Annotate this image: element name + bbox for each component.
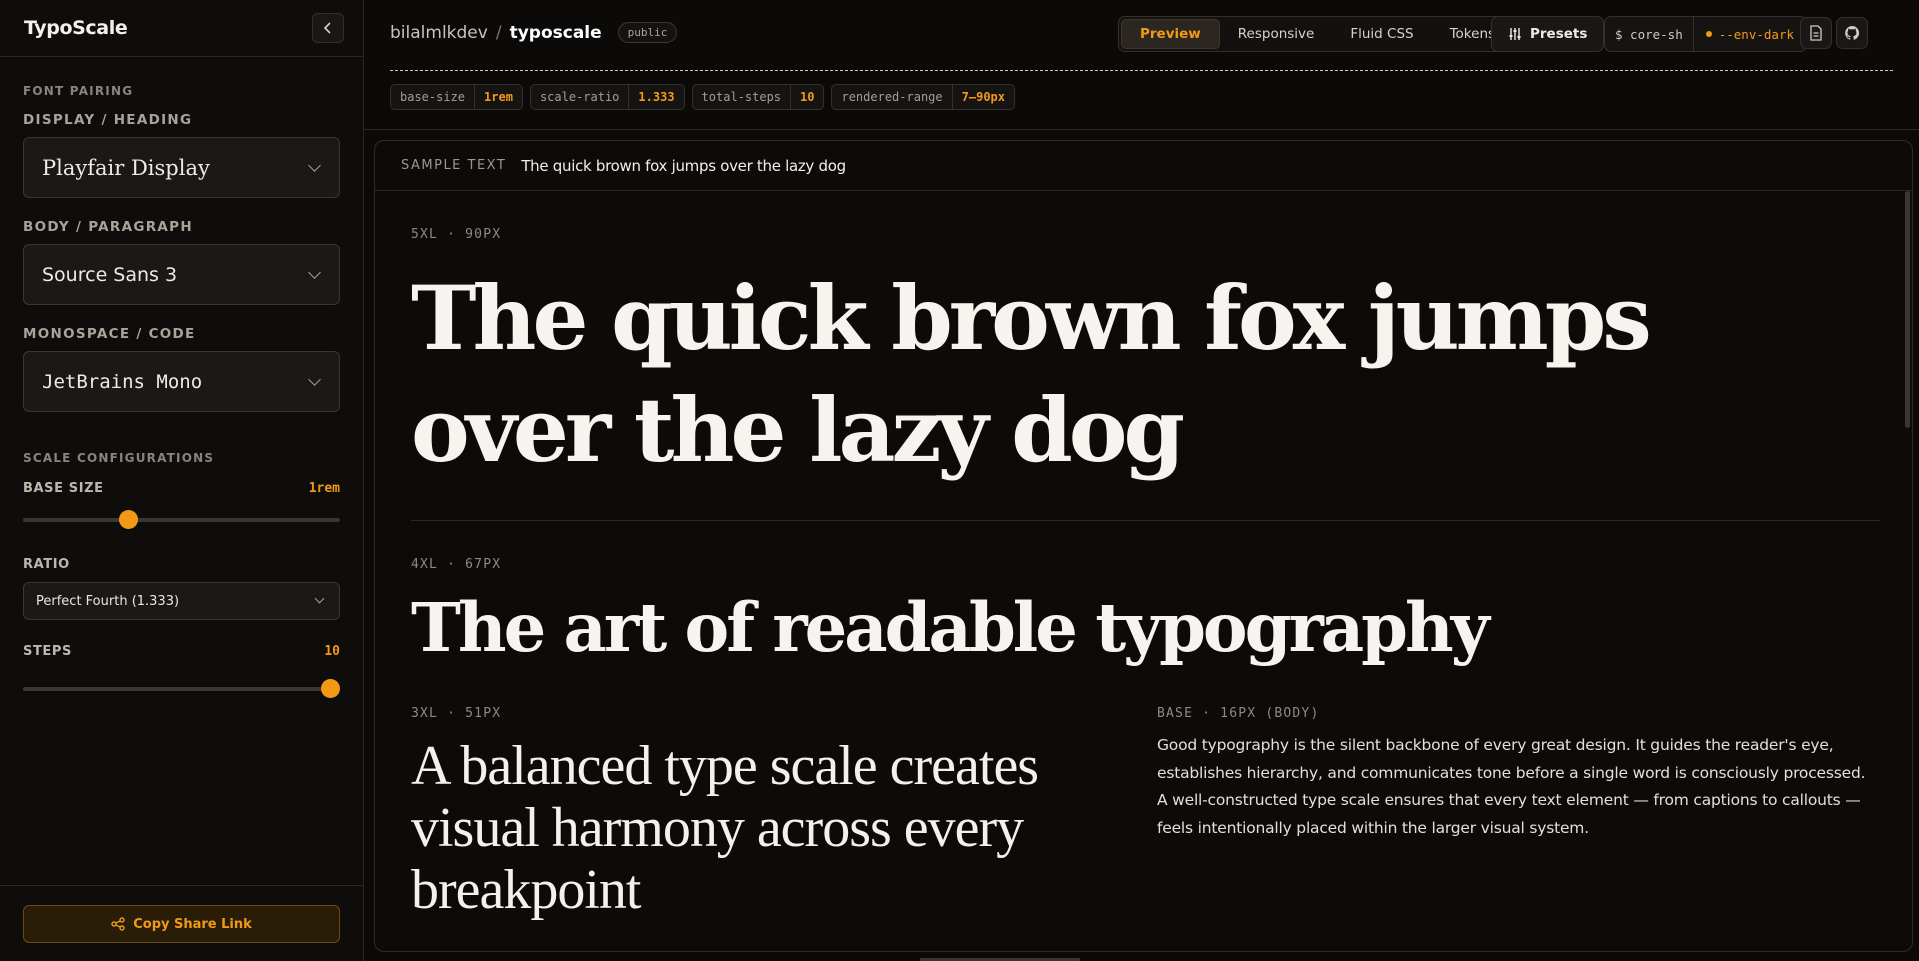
sidebar: TypoScale FONT PAIRING DISPLAY / HEADING… (0, 0, 364, 961)
slider-track (23, 687, 340, 691)
step-divider (411, 520, 1880, 521)
preview-panel: SAMPLE TEXT The quick brown fox jumps ov… (374, 140, 1913, 952)
steps-label: STEPS (23, 644, 73, 659)
base-size-value: 1rem (308, 481, 340, 496)
breadcrumb-repo[interactable]: typoscale (510, 23, 602, 43)
step-sample: The art of readable typography (411, 588, 1490, 667)
share-label: Copy Share Link (133, 916, 252, 932)
breadcrumb-separator: / (495, 22, 502, 43)
step-sample: The quick brown fox jumps over the lazy … (411, 266, 1652, 482)
slider-thumb[interactable] (118, 510, 138, 529)
presets-button[interactable]: Presets (1491, 16, 1605, 52)
tab-responsive[interactable]: Responsive (1220, 19, 1333, 49)
slider-track (23, 518, 340, 522)
scale-step-5xl: 5XL · 90PX The quick brown fox jumps ove… (411, 227, 1851, 486)
scale-step-3xl: 3XL · 51PX A balanced type scale creates… (411, 706, 1131, 921)
document-icon (1810, 25, 1822, 41)
base-size-slider[interactable] (23, 509, 340, 529)
mono-font-value: JetBrains Mono (42, 370, 203, 393)
metric-value: 1rem (484, 90, 513, 104)
metrics-row: base-size 1rem scale-ratio 1.333 total-ste… (390, 84, 1015, 110)
step-spec: 3XL · 51PX (411, 706, 502, 721)
step-spec: 5XL · 90PX (411, 227, 502, 242)
breadcrumb-user[interactable]: bilalmlkdev (390, 23, 488, 43)
ratio-select[interactable]: Perfect Fourth (1.333) (23, 582, 340, 620)
chevron-left-icon (323, 22, 331, 34)
steps-row: STEPS 10 (23, 644, 340, 659)
display-font-value: Playfair Display (42, 155, 210, 180)
document-button[interactable] (1800, 17, 1832, 49)
step-sample: A balanced type scale creates visual har… (411, 735, 1039, 921)
section-divider (364, 129, 1919, 130)
tab-fluid-css[interactable]: Fluid CSS (1332, 19, 1431, 49)
cli-indicator: $ core-sh --env-dark (1604, 16, 1807, 52)
status-dot-icon (1705, 31, 1712, 37)
ratio-value: Perfect Fourth (1.333) (36, 593, 180, 609)
sample-text-label: SAMPLE TEXT (401, 158, 507, 173)
metric-key: rendered-range (832, 85, 953, 109)
app-root: TypoScale FONT PAIRING DISPLAY / HEADING… (0, 0, 1919, 961)
font-pairing-heading: FONT PAIRING (23, 84, 134, 98)
view-tabs: Preview Responsive Fluid CSS Tokens (1118, 16, 1517, 52)
base-size-label: BASE SIZE (23, 481, 104, 496)
copy-share-link-button[interactable]: Copy Share Link (23, 905, 340, 943)
vertical-scrollbar[interactable] (1905, 191, 1910, 428)
share-icon (111, 917, 125, 931)
chevron-down-icon (308, 265, 321, 279)
brand-logo: TypoScale (24, 17, 128, 39)
sample-text-bar: SAMPLE TEXT The quick brown fox jumps ov… (375, 141, 1912, 191)
cli-command: $ core-sh (1605, 17, 1694, 51)
mono-font-label: MONOSPACE / CODE (23, 326, 196, 342)
visibility-badge: public (617, 22, 678, 43)
breadcrumb: bilalmlkdev / typoscale public (390, 22, 678, 43)
base-size-row: BASE SIZE 1rem (23, 481, 340, 496)
body-font-select[interactable]: Source Sans 3 (23, 244, 340, 305)
sidebar-header: TypoScale (0, 0, 363, 57)
metric-key: scale-ratio (531, 85, 630, 109)
display-font-select[interactable]: Playfair Display (23, 137, 340, 198)
metric-chip: base-size 1rem (390, 84, 523, 110)
chevron-down-icon (314, 593, 325, 604)
cli-env-label: --env-dark (1718, 26, 1794, 42)
metric-value: 10 (800, 90, 815, 104)
ratio-label: RATIO (23, 557, 70, 572)
github-icon (1845, 25, 1860, 40)
step-spec: BASE · 16PX (BODY) (1157, 706, 1320, 721)
display-font-label: DISPLAY / HEADING (23, 112, 193, 128)
steps-value: 10 (324, 644, 340, 659)
github-button[interactable] (1836, 17, 1868, 49)
tab-preview[interactable]: Preview (1121, 19, 1220, 49)
cli-env: --env-dark (1694, 27, 1806, 42)
top-bar: bilalmlkdev / typoscale public Preview R… (364, 0, 1919, 72)
metric-chip: rendered-range 7–90px (831, 84, 1015, 110)
metric-value: 1.333 (638, 90, 675, 104)
slider-thumb[interactable] (321, 679, 341, 698)
body-font-label: BODY / PARAGRAPH (23, 219, 193, 235)
sidebar-body: FONT PAIRING DISPLAY / HEADING Playfair … (0, 84, 363, 698)
collapse-sidebar-button[interactable] (312, 13, 344, 43)
chevron-down-icon (308, 158, 321, 172)
step-spec: 4XL · 67PX (411, 557, 502, 572)
metric-key: base-size (391, 85, 476, 109)
header-divider (390, 70, 1893, 71)
sample-text-value[interactable]: The quick brown fox jumps over the lazy … (521, 157, 846, 175)
chevron-down-icon (308, 372, 321, 386)
body-font-value: Source Sans 3 (42, 263, 178, 286)
scale-config-heading: SCALE CONFIGURATIONS (23, 451, 215, 465)
metric-chip: scale-ratio 1.333 (529, 84, 685, 110)
step-sample: Good typography is the silent backbone o… (1157, 736, 1866, 837)
sidebar-footer: Copy Share Link (0, 885, 363, 961)
scale-step-4xl: 4XL · 67PX The art of readable typograph… (411, 557, 1611, 670)
sliders-icon (1509, 28, 1521, 40)
steps-slider[interactable] (23, 678, 341, 698)
metric-key: total-steps (693, 85, 792, 109)
mono-font-select[interactable]: JetBrains Mono (23, 351, 340, 412)
presets-label: Presets (1530, 26, 1588, 42)
scale-step-base: BASE · 16PX (BODY) Good typography is th… (1157, 706, 1877, 842)
main-area: bilalmlkdev / typoscale public Preview R… (364, 0, 1919, 961)
metric-chip: total-steps 10 (691, 84, 825, 110)
metric-value: 7–90px (961, 90, 1005, 104)
